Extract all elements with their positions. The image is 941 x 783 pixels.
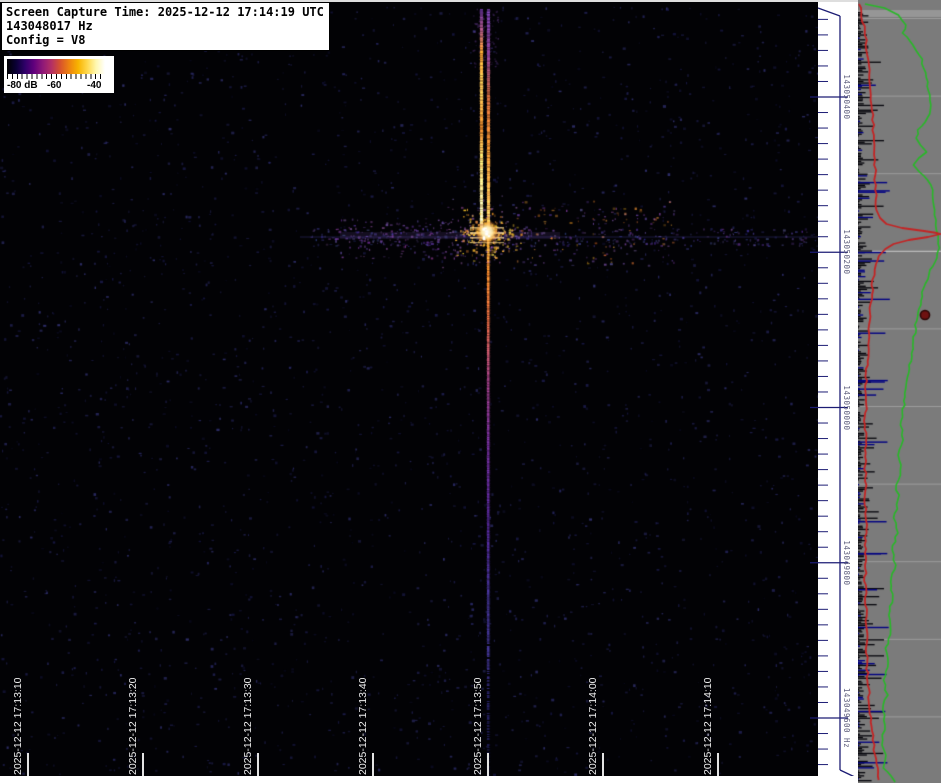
frequency-axis-label: 143049800 xyxy=(842,540,851,586)
colorbar-label-min: -80 dB xyxy=(7,80,38,91)
capture-time-text: Screen Capture Time: 2025-12-12 17:14:19… xyxy=(6,5,324,19)
colorbar-labels: -80 dB -60 -40 xyxy=(7,79,105,92)
time-axis-tick xyxy=(372,753,374,776)
time-axis-label: 2025-12-12 17:13:30 xyxy=(242,677,254,776)
axis-tick xyxy=(817,7,841,17)
time-axis-label: 2025-12-12 17:13:40 xyxy=(357,677,369,776)
time-axis-label: 2025-12-12 17:14:00 xyxy=(587,677,599,776)
frequency-axis-svg xyxy=(810,7,860,780)
frequency-axis: 143050400 143050200 143050000 143049800 1430… xyxy=(810,0,860,783)
time-axis-tick xyxy=(27,753,29,776)
time-axis-label: 2025-12-12 17:14:10 xyxy=(702,677,714,776)
bottom-strip xyxy=(0,776,858,783)
frequency-axis-label: 143050200 xyxy=(842,229,851,275)
config-text: Config = V8 xyxy=(6,33,86,47)
colorbar-gradient xyxy=(7,59,105,74)
frequency-axis-label: 143050000 xyxy=(842,384,851,431)
spectrum-canvas xyxy=(858,0,941,783)
time-axis-label: 2025-12-12 17:13:50 xyxy=(472,677,484,776)
colorbar: -80 dB -60 -40 xyxy=(4,56,114,93)
center-frequency-text: 143048017 Hz xyxy=(6,19,93,33)
frequency-axis-label: 143049600 Hz xyxy=(842,687,851,749)
colorbar-label-mid: -60 xyxy=(47,80,62,91)
time-axis-tick xyxy=(487,753,489,776)
info-box: Screen Capture Time: 2025-12-12 17:14:19… xyxy=(1,2,330,51)
time-axis-tick xyxy=(717,753,719,776)
time-axis-tick xyxy=(257,753,259,776)
colorbar-label-max: -40 xyxy=(87,80,102,91)
spectrogram-display: 2025-12-12 17:13:10 2025-12-12 17:13:20 20… xyxy=(0,0,941,783)
time-axis-label: 2025-12-12 17:13:10 xyxy=(12,677,24,776)
time-axis-tick xyxy=(602,753,604,776)
waterfall-canvas xyxy=(0,0,818,776)
time-axis-label: 2025-12-12 17:13:20 xyxy=(127,677,139,776)
time-axis-tick xyxy=(142,753,144,776)
frequency-axis-label: 143050400 xyxy=(842,74,851,120)
